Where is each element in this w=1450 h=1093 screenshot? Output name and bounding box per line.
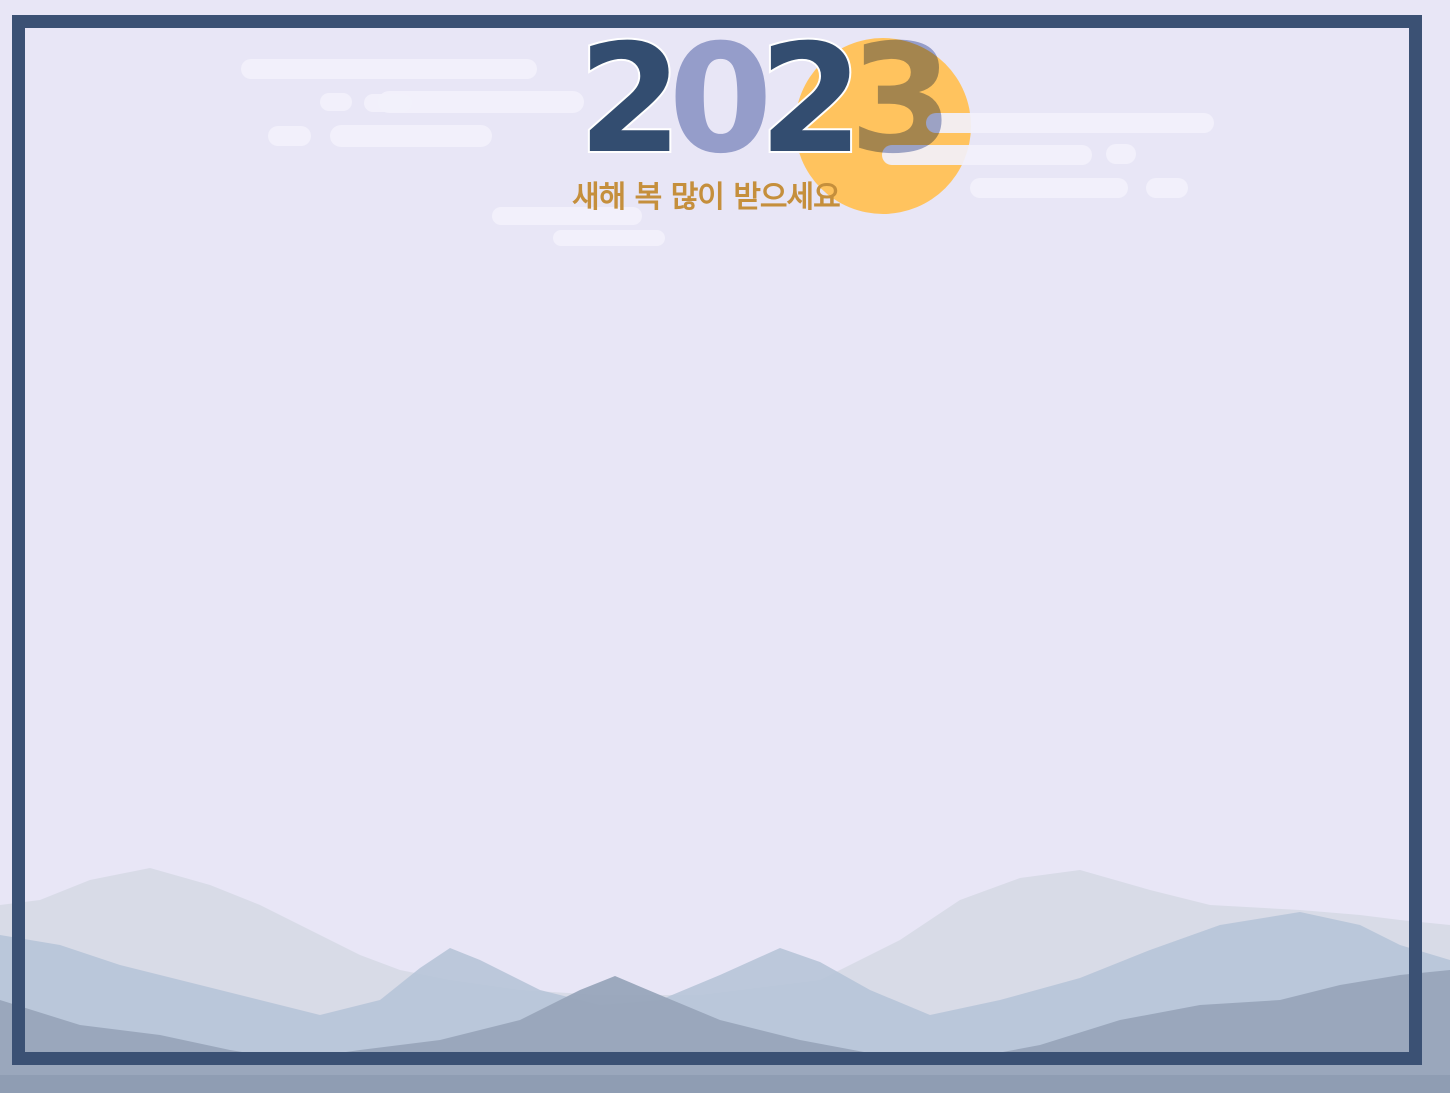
- cloud-left: [241, 59, 537, 79]
- cloud-left-bar: [364, 94, 412, 112]
- cloud-left-puff: [268, 126, 311, 146]
- cloud-center: [553, 230, 665, 246]
- cloud-left-puff: [320, 93, 352, 111]
- cloud-right: [926, 113, 1214, 133]
- mountain-range: [0, 868, 1450, 1093]
- cloud-right-bar: [970, 178, 1128, 198]
- mountain-base: [0, 1075, 1450, 1093]
- cloud-left-bar: [330, 125, 492, 147]
- new-year-card: 2023 새해 복 많이 받으세요: [0, 0, 1450, 1093]
- cloud-right-puff: [1146, 178, 1188, 198]
- cloud-right-puff: [1106, 144, 1136, 164]
- year-digit: 2: [757, 13, 865, 187]
- year-digit: 3: [847, 13, 955, 187]
- year-digit: 0: [666, 13, 774, 187]
- greeting-text: 새해 복 많이 받으세요: [572, 180, 841, 215]
- year-digit: 2: [576, 13, 684, 187]
- year-title: 2023: [576, 13, 956, 187]
